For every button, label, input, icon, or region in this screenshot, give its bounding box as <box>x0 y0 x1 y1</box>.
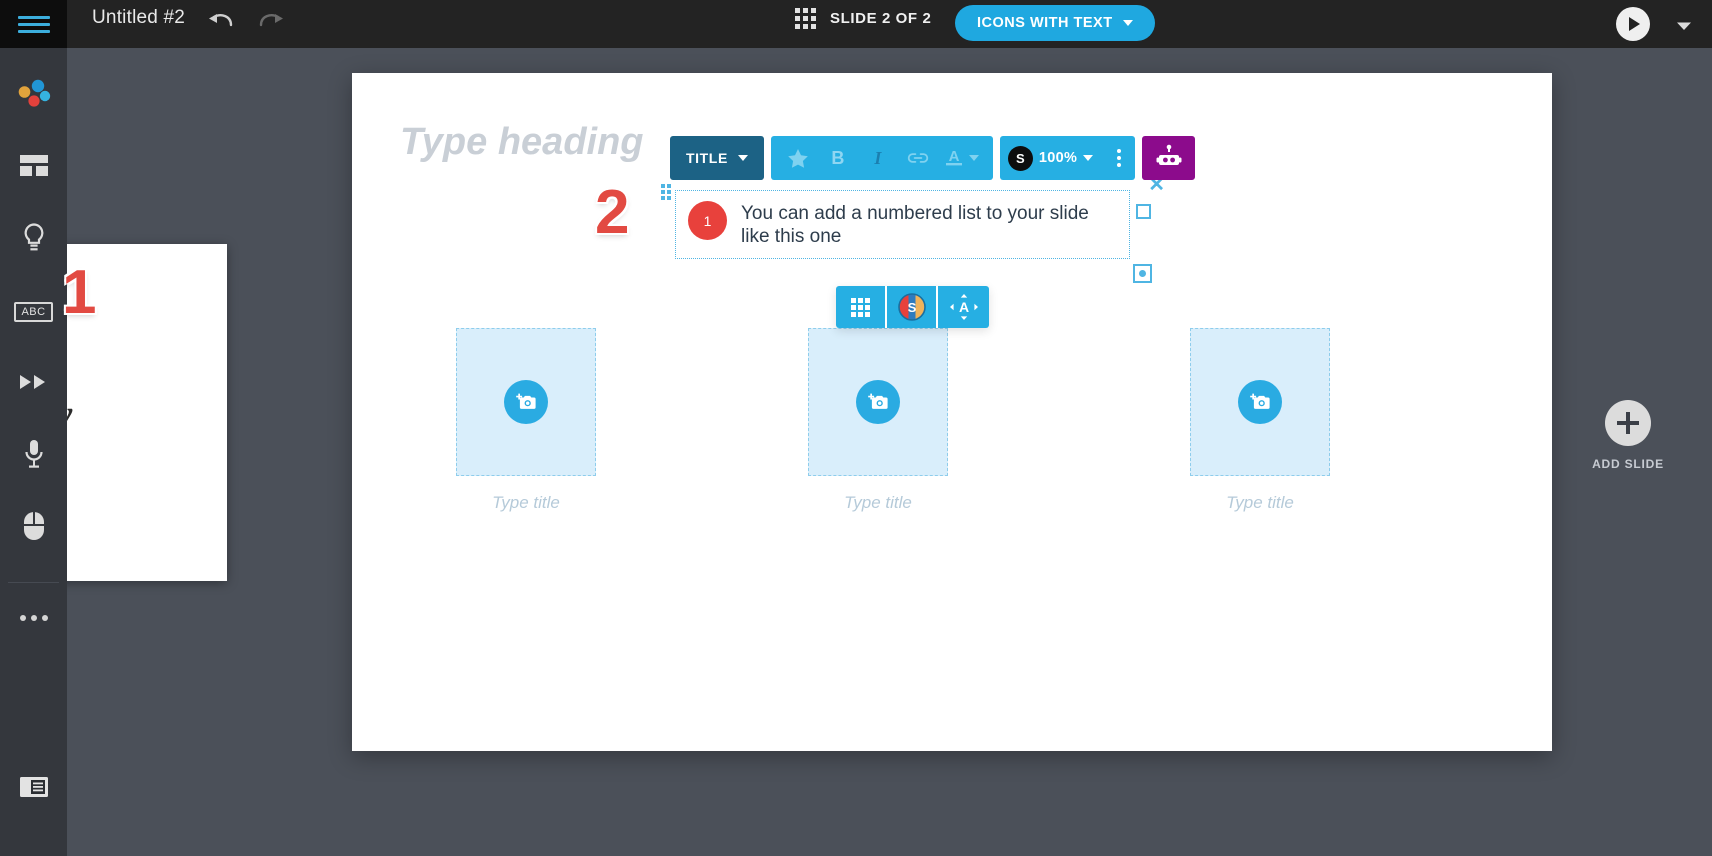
microphone-icon <box>23 438 45 475</box>
italic-button[interactable]: I <box>859 136 897 180</box>
svg-text:S: S <box>907 300 916 315</box>
slide-editor-app: Type heading Type title Type title Type … <box>0 0 1712 856</box>
font-color-button[interactable]: A <box>939 136 985 180</box>
sidebar-item-more[interactable] <box>0 582 67 654</box>
heading-placeholder[interactable]: Type heading <box>400 121 644 164</box>
sidebar-item-ideas[interactable] <box>0 204 67 276</box>
sidebar-item-transition[interactable] <box>0 348 67 420</box>
grid-layout-icon[interactable] <box>836 286 887 328</box>
picture-slot[interactable]: Type title <box>1190 328 1330 513</box>
list-number-bullet: 1 <box>688 201 727 240</box>
slide-counter-label: SLIDE 2 OF 2 <box>830 10 932 27</box>
text-style-dropdown[interactable]: TITLE <box>670 136 764 180</box>
sidebar-item-notes[interactable] <box>0 764 67 814</box>
sidebar-item-interaction[interactable] <box>0 492 67 564</box>
layout-dropdown-label: ICONS WITH TEXT <box>977 15 1113 31</box>
redo-icon[interactable] <box>257 10 287 38</box>
chevron-down-icon <box>737 155 748 161</box>
add-photo-icon[interactable] <box>856 380 900 424</box>
assets-dots-icon <box>14 75 54 118</box>
vertical-dots-icon[interactable] <box>1117 149 1122 167</box>
format-buttons-group: B I A <box>770 136 993 180</box>
selected-textbox-group: 2 1 You can add a numbered list to your … <box>595 175 1165 284</box>
grid-menu-icon[interactable] <box>795 8 816 29</box>
hamburger-bars <box>17 12 50 37</box>
add-slide-label: ADD SLIDE <box>1592 457 1664 471</box>
slide-counter-group[interactable]: SLIDE 2 OF 2 <box>795 8 931 29</box>
layout-grid-icon <box>19 153 49 184</box>
sidebar-item-audio[interactable] <box>0 420 67 492</box>
undo-icon[interactable] <box>205 10 235 38</box>
add-slide-button[interactable]: ADD SLIDE <box>1578 400 1678 471</box>
play-icon <box>1629 17 1640 31</box>
align-move-icon[interactable]: A <box>938 286 989 328</box>
sidebar-item-layout[interactable] <box>0 132 67 204</box>
hamburger-icon[interactable] <box>0 0 67 48</box>
list-item-text[interactable]: You can add a numbered list to your slid… <box>741 200 1117 248</box>
left-tool-rail: ABC <box>0 48 67 856</box>
mouse-icon <box>21 510 47 547</box>
fast-forward-icon <box>18 372 50 397</box>
layout-dropdown-button[interactable]: ICONS WITH TEXT <box>955 5 1155 41</box>
object-action-toolbar: S A <box>836 286 989 328</box>
shadow-badge-icon[interactable]: S <box>1007 145 1033 171</box>
picture-slot[interactable]: Type title <box>456 328 596 513</box>
color-wheel-shadow-icon[interactable]: S <box>887 286 938 328</box>
abc-text-icon: ABC <box>14 302 53 322</box>
chevron-down-icon <box>1122 20 1133 26</box>
picture-slot[interactable]: Type title <box>808 328 948 513</box>
chevron-down-icon[interactable] <box>1083 155 1094 161</box>
svg-text:A: A <box>958 299 968 315</box>
present-play-button[interactable] <box>1616 7 1650 41</box>
annotation-marker-1: 1 <box>62 258 97 327</box>
ellipsis-icon <box>19 615 48 621</box>
picture-title-placeholder[interactable]: Type title <box>1190 493 1330 513</box>
robot-icon[interactable] <box>1142 136 1196 180</box>
text-style-label: TITLE <box>686 150 728 166</box>
opacity-group: S 100% <box>999 136 1136 180</box>
picture-placeholder-box[interactable] <box>1190 328 1330 476</box>
svg-text:A: A <box>949 148 960 165</box>
add-photo-icon[interactable] <box>1238 380 1282 424</box>
picture-title-placeholder[interactable]: Type title <box>456 493 596 513</box>
chevron-down-icon <box>969 155 980 161</box>
resize-handle-icon[interactable] <box>1136 204 1151 219</box>
annotation-sparkle-icon <box>661 184 671 200</box>
annotation-marker-2: 2 <box>595 178 630 247</box>
picture-placeholder-box[interactable] <box>808 328 948 476</box>
top-app-bar: Untitled #2 SLIDE 2 OF 2 ICONS WITH TEXT <box>0 0 1712 48</box>
lightbulb-icon <box>21 222 47 259</box>
rotate-handle-icon[interactable] <box>1133 264 1152 284</box>
bold-button[interactable]: B <box>819 136 857 180</box>
picture-placeholder-box[interactable] <box>456 328 596 476</box>
plus-icon <box>1605 400 1651 446</box>
notes-panel-icon <box>19 775 49 804</box>
text-format-toolbar: TITLE B I A S 100% <box>670 136 1196 180</box>
picture-title-placeholder[interactable]: Type title <box>808 493 948 513</box>
numbered-list-textbox[interactable]: 1 You can add a numbered list to your sl… <box>675 190 1130 260</box>
sidebar-item-assets[interactable] <box>0 60 67 132</box>
document-title[interactable]: Untitled #2 <box>92 7 185 29</box>
link-icon[interactable] <box>899 136 937 180</box>
add-photo-icon[interactable] <box>504 380 548 424</box>
present-options-chevron-down-icon[interactable] <box>1676 18 1692 36</box>
opacity-value[interactable]: 100% <box>1039 150 1077 166</box>
sidebar-item-text[interactable]: ABC <box>0 276 67 348</box>
star-icon[interactable] <box>779 136 817 180</box>
rail-divider <box>8 582 59 583</box>
